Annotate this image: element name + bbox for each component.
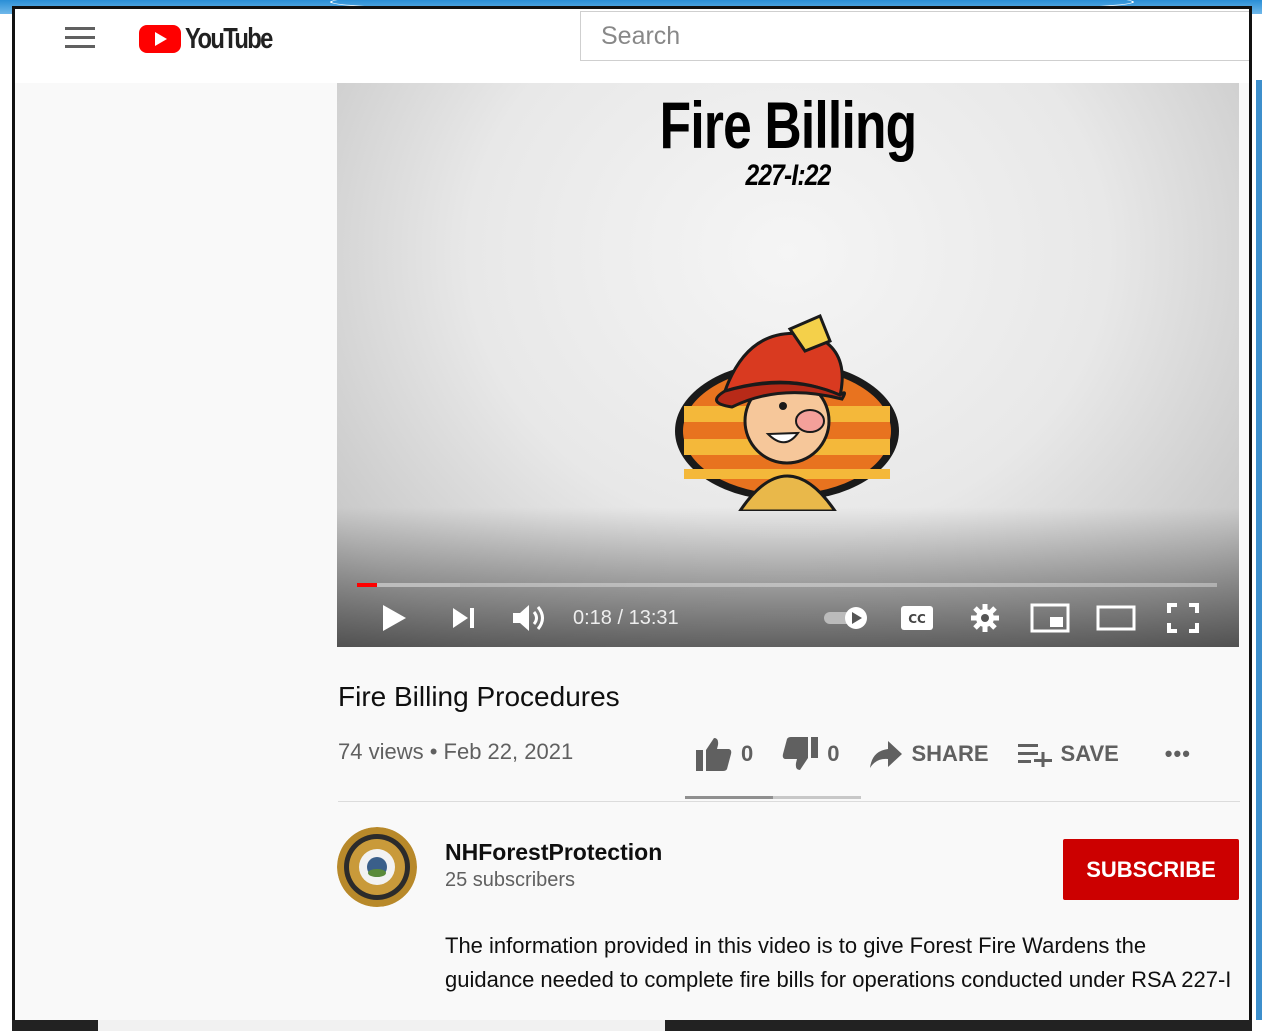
video-title: Fire Billing Procedures <box>338 681 620 712</box>
share-label: SHARE <box>911 741 989 766</box>
share-button[interactable]: SHARE <box>868 739 989 769</box>
svg-text:CC: CC <box>908 612 926 626</box>
sentiment-like-portion <box>685 796 773 799</box>
more-actions-button[interactable]: ••• <box>1157 741 1191 767</box>
scrollbar-thumb[interactable] <box>98 1020 665 1031</box>
fullscreen-icon[interactable] <box>1161 598 1205 638</box>
save-button[interactable]: SAVE <box>1017 741 1119 767</box>
horizontal-scrollbar[interactable] <box>12 1020 1252 1031</box>
miniplayer-icon[interactable] <box>1027 598 1073 638</box>
share-icon <box>869 741 902 768</box>
played-bar <box>357 583 377 587</box>
save-label: SAVE <box>1060 741 1119 766</box>
settings-icon[interactable] <box>965 598 1005 638</box>
channel-avatar[interactable] <box>337 827 417 907</box>
dislike-button[interactable]: 0 <box>781 736 840 772</box>
subscribe-button[interactable]: SUBSCRIBE <box>1063 839 1239 900</box>
video-description: The information provided in this video i… <box>445 933 1232 992</box>
firefighter-mascot-image <box>675 314 899 511</box>
time-display: 0:18 / 13:31 <box>573 607 679 629</box>
search-input[interactable]: Search <box>580 11 1249 61</box>
volume-icon[interactable] <box>509 598 551 638</box>
slide-title: Fire Billing <box>659 88 917 162</box>
menu-icon[interactable] <box>65 27 95 49</box>
video-player[interactable]: Fire Billing 227-I:22 0:18 / 13:31 CC <box>337 83 1239 647</box>
divider <box>338 801 1240 802</box>
subscriber-count: 25 subscribers <box>445 869 576 891</box>
play-icon[interactable] <box>377 598 411 638</box>
next-icon[interactable] <box>447 598 481 638</box>
presentation-right-stripe <box>1256 80 1262 1020</box>
channel-name[interactable]: NHForestProtection <box>445 839 662 866</box>
more-icon: ••• <box>1164 741 1191 766</box>
autoplay-toggle[interactable] <box>821 598 871 638</box>
logo-text: YouTube <box>185 22 273 55</box>
theater-icon[interactable] <box>1093 598 1139 638</box>
slide-subtitle: 227-I:22 <box>745 159 831 192</box>
youtube-play-logo-icon <box>139 25 181 53</box>
dislike-count: 0 <box>827 741 840 766</box>
browser-frame: YouTube Search Fire Billing 227-I:22 0:1… <box>12 6 1252 1023</box>
thumbs-down-icon <box>783 737 819 770</box>
view-count-date: 74 views • Feb 22, 2021 <box>338 739 574 764</box>
like-count: 0 <box>741 741 754 766</box>
cc-icon[interactable]: CC <box>897 598 937 638</box>
progress-bar[interactable] <box>357 583 1217 587</box>
youtube-logo[interactable]: YouTube <box>139 22 291 55</box>
masthead: YouTube Search <box>15 9 1249 83</box>
action-bar: 0 0 SHARE SAVE ••• <box>695 729 1219 779</box>
sentiment-bar <box>685 796 861 799</box>
playlist-add-icon <box>1017 744 1052 767</box>
thumbs-up-icon <box>696 738 732 771</box>
like-button[interactable]: 0 <box>695 736 753 772</box>
